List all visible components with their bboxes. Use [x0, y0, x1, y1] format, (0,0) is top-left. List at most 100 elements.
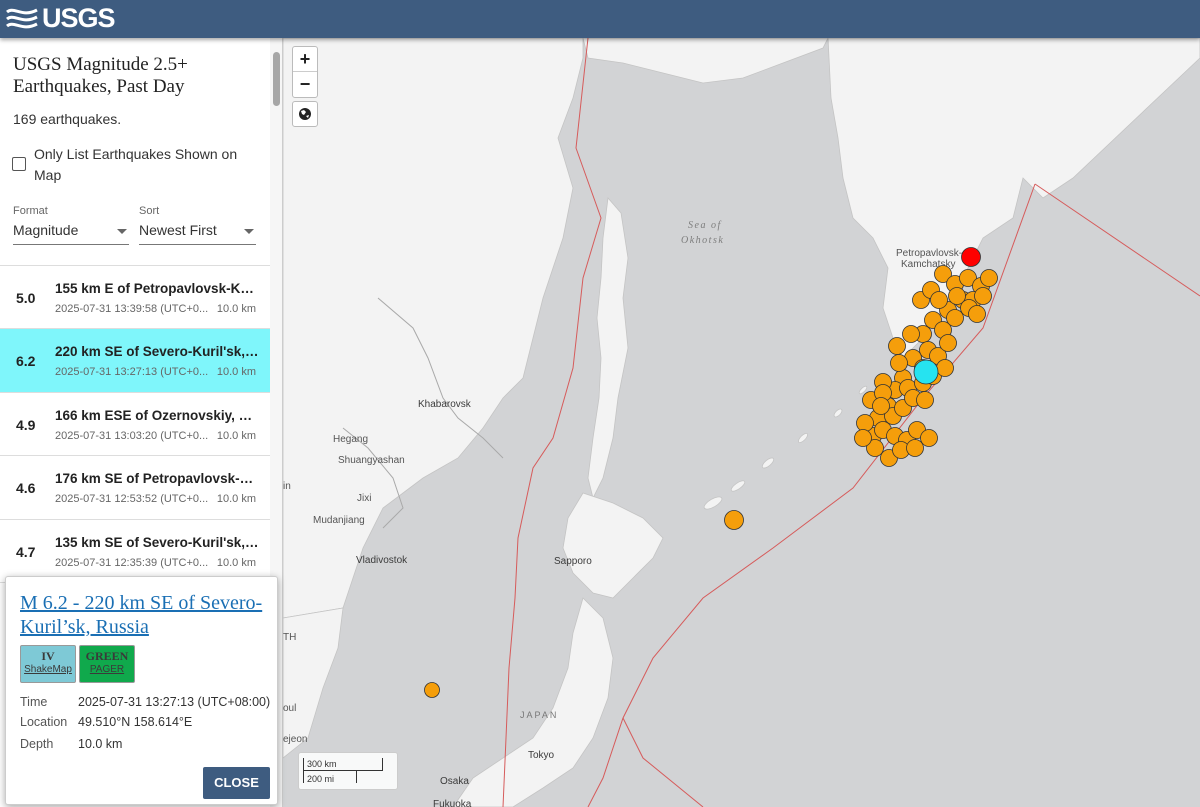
depth-value: 10.0 km: [78, 737, 123, 751]
earthquake-list-item[interactable]: 4.7 135 km SE of Severo-Kuril'sk, Russia…: [0, 519, 270, 583]
map-label-japan: JAPAN: [520, 710, 558, 720]
format-dropdown[interactable]: Magnitude: [13, 220, 129, 245]
earthquake-marker[interactable]: [916, 391, 934, 409]
shakemap-badge[interactable]: IV ShakeMap: [20, 645, 76, 683]
usgs-wave-icon: [6, 8, 38, 29]
earthquake-marker[interactable]: [961, 247, 981, 267]
eq-magnitude: 5.0: [16, 290, 36, 306]
map-label-sapporo: Sapporo: [554, 556, 592, 567]
popup-title-link[interactable]: M 6.2 - 220 km SE of Severo-Kuril’sk, Ru…: [20, 591, 270, 639]
scale-km-label: 300 km: [307, 759, 337, 769]
eq-time: 2025-07-31 12:53:52 (UTC+0...: [55, 493, 209, 506]
format-value: Magnitude: [13, 222, 79, 238]
svg-text:Shuangyashan: Shuangyashan: [338, 455, 405, 466]
only-list-label: Only List Earthquakes Shown on Map: [34, 146, 238, 183]
map-label-tokyo: Tokyo: [528, 750, 555, 761]
depth-label: Depth: [20, 737, 54, 751]
format-select[interactable]: Format Magnitude: [13, 205, 129, 245]
scale-mi-label: 200 mi: [307, 774, 335, 784]
earthquake-marker[interactable]: [724, 510, 744, 530]
svg-text:Jixi: Jixi: [357, 493, 371, 504]
basemap: Sea of Okhotsk Petropavlovsk- Kamchatsky…: [283, 38, 1200, 807]
earthquake-marker[interactable]: [902, 325, 920, 343]
earthquake-list-item[interactable]: 4.6 176 km SE of Petropavlovsk-Kamchatsk…: [0, 456, 270, 520]
svg-text:oul: oul: [283, 703, 296, 714]
shakemap-label: ShakeMap: [24, 664, 72, 675]
pager-value: GREEN: [85, 649, 129, 663]
eq-magnitude: 4.6: [16, 480, 36, 497]
earthquake-marker[interactable]: [936, 359, 954, 377]
kamchatka-land: [827, 38, 1200, 359]
zoom-control: + −: [292, 46, 318, 98]
map-label-petropavlovsk: Petropavlovsk-: [896, 248, 962, 259]
earthquake-marker[interactable]: [980, 269, 998, 287]
sort-value: Newest First: [139, 222, 217, 238]
earthquake-marker[interactable]: [946, 309, 964, 327]
eq-time: 2025-07-31 13:39:58 (UTC+0...: [55, 303, 209, 315]
earthquake-marker[interactable]: [913, 359, 939, 385]
earthquake-marker[interactable]: [888, 337, 906, 355]
honshu-land: [452, 597, 614, 807]
earthquake-marker[interactable]: [939, 334, 957, 352]
earthquake-marker[interactable]: [930, 291, 948, 309]
only-list-checkbox[interactable]: [12, 157, 26, 171]
earthquake-count: 169 earthquakes.: [13, 111, 122, 127]
svg-text:Mudanjiang: Mudanjiang: [313, 515, 365, 526]
location-value: 49.510°N 158.614°E: [78, 715, 193, 729]
earthquake-list-item[interactable]: 6.2 220 km SE of Severo-Kuril'sk, Russia…: [0, 329, 270, 393]
earthquake-marker[interactable]: [974, 287, 992, 305]
earthquake-marker[interactable]: [424, 682, 440, 698]
earthquake-list-item[interactable]: 5.0 155 km E of Petropavlovsk-Kamchatsky…: [0, 266, 270, 330]
eq-place: 135 km SE of Severo-Kuril'sk, Russia: [55, 534, 259, 550]
format-label: Format: [13, 205, 48, 217]
eq-place: 166 km ESE of Ozernovskiy, Russia: [55, 407, 259, 423]
sort-select[interactable]: Sort Newest First: [139, 205, 256, 245]
map-view[interactable]: Sea of Okhotsk Petropavlovsk- Kamchatsky…: [283, 38, 1200, 807]
kuril-islands: [703, 385, 868, 510]
earthquake-marker[interactable]: [968, 305, 986, 323]
eq-depth: 10.0 km: [216, 303, 256, 315]
zoom-in-button[interactable]: +: [293, 47, 317, 72]
logo-text: USGS: [42, 2, 116, 33]
sidebar-scrollbar-thumb[interactable]: [273, 52, 280, 106]
map-scale: 300 km 200 mi: [298, 752, 398, 790]
svg-text:in: in: [283, 481, 291, 492]
eq-depth: 10.0 km: [216, 429, 256, 442]
basemap-button[interactable]: [292, 101, 318, 127]
earthquake-marker[interactable]: [854, 429, 872, 447]
sort-dropdown[interactable]: Newest First: [139, 220, 256, 245]
eq-time: 2025-07-31 13:27:13 (UTC+0...: [55, 366, 209, 379]
okhotsk-coast-land: [582, 38, 829, 84]
shakemap-value: IV: [41, 649, 55, 663]
zoom-out-button[interactable]: −: [293, 72, 317, 97]
popup-location-row: Location 49.510°N 158.614°E: [20, 715, 192, 729]
earthquake-marker[interactable]: [906, 439, 924, 457]
earthquake-popup: M 6.2 - 220 km SE of Severo-Kuril’sk, Ru…: [5, 576, 278, 805]
eq-magnitude: 4.9: [16, 416, 36, 433]
time-label: Time: [20, 695, 48, 709]
earthquake-list-item[interactable]: 4.9 166 km ESE of Ozernovskiy, Russia 20…: [0, 392, 270, 457]
popup-time-row: Time 2025-07-31 13:27:13 (UTC+08:00): [20, 695, 270, 709]
earthquake-list: 5.0 155 km E of Petropavlovsk-Kamchatsky…: [0, 265, 270, 583]
only-list-shown-toggle[interactable]: Only List Earthquakes Shown on Map: [12, 144, 252, 186]
earthquake-marker[interactable]: [890, 354, 908, 372]
earthquake-marker[interactable]: [872, 397, 890, 415]
map-label-khabarovsk: Khabarovsk: [418, 399, 472, 410]
app-header: USGS: [0, 0, 1200, 38]
svg-text:Okhotsk: Okhotsk: [681, 235, 724, 246]
sort-label: Sort: [139, 205, 160, 217]
eq-time: 2025-07-31 12:35:39 (UTC+0...: [55, 556, 209, 569]
eq-depth: 10.0 km: [216, 366, 256, 379]
eq-time: 2025-07-31 13:03:20 (UTC+0...: [55, 429, 209, 442]
pager-label: PAGER: [89, 664, 125, 675]
caret-down-icon: [117, 229, 127, 234]
popup-depth-row: Depth 10.0 km: [20, 737, 122, 751]
location-label: Location: [20, 715, 68, 729]
pager-badge[interactable]: GREEN PAGER: [79, 645, 135, 683]
close-button[interactable]: CLOSE: [203, 767, 270, 799]
earthquake-marker[interactable]: [856, 414, 874, 432]
usgs-logo[interactable]: USGS: [6, 2, 116, 33]
earthquake-marker[interactable]: [920, 429, 938, 447]
eq-place: 176 km SE of Petropavlovsk-Kamchatsky, R…: [55, 471, 259, 487]
svg-text:ejeon: ejeon: [283, 734, 307, 745]
